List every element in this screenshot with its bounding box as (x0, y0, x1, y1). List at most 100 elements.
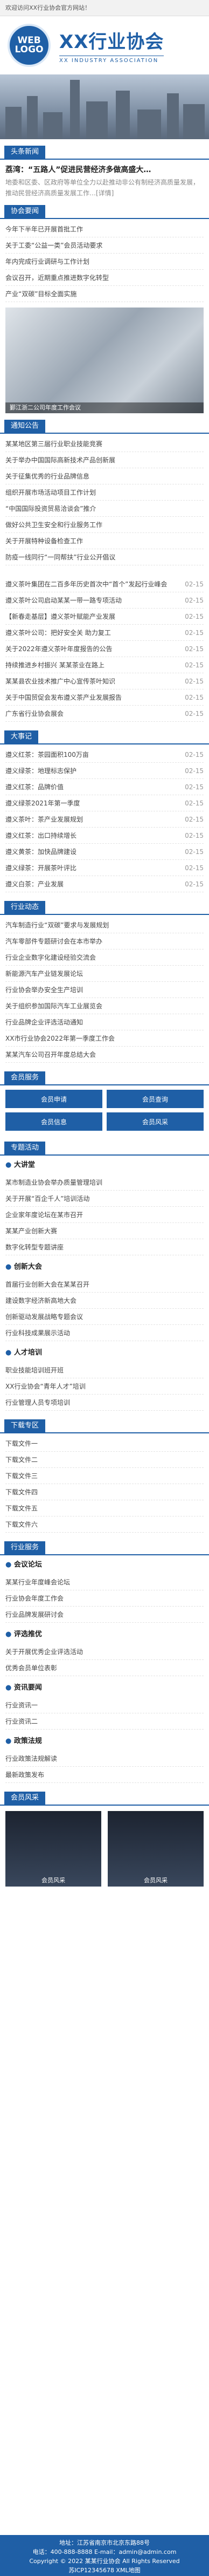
list-item[interactable]: 下载文件六 (5, 1516, 204, 1533)
tab-headline[interactable]: 头条新闻 (4, 146, 46, 159)
list-item[interactable]: 遵义茶叶集团在二百多年历史首次中“首个”发起行业峰会 02-15 (5, 576, 204, 592)
list-item[interactable]: 遵义白茶：产业发展 02-15 (5, 876, 204, 892)
list-item[interactable]: 遵义红茶：品牌价值 02-15 (5, 779, 204, 795)
list-item[interactable]: 遵义茶叶公司：把好安全关 助力复工 02-15 (5, 625, 204, 641)
trade-section: 通知公告 某某地区第三届行业职业技能竞赛 关于举办中国国际高新技术产品创新展 关于征… (0, 420, 209, 568)
footer-copyright: Copyright © 2022 某某行业协会 All Rights Reser… (29, 2558, 180, 2565)
gallery-card[interactable]: 会员风采 (108, 1811, 204, 1887)
list-item[interactable]: XX市行业协会2022年第一季度工作会 (5, 1030, 204, 1047)
list-item-date: 02-15 (185, 767, 204, 775)
brand-title: XX行业协会 (59, 31, 164, 53)
list-item[interactable]: 汽车零部件专题研讨会在本市举办 (5, 933, 204, 949)
tab-gallery[interactable]: 会员风采 (4, 1792, 46, 1805)
industry-section: 行业服务 会议论坛 某某行业年度峰会论坛行业协会年度工作会行业品牌发展研讨会 评… (0, 1541, 209, 1785)
list-item[interactable]: 创新驱动发展战略专题会议 (5, 1309, 204, 1325)
service-button[interactable]: 会员风采 (107, 1112, 204, 1131)
list-item[interactable]: 遵义红茶：茶园面积100万亩 02-15 (5, 747, 204, 763)
list-item[interactable]: 会议召开，近期重点推进数字化转型 (5, 270, 204, 286)
list-item[interactable]: 关于开展“百企千人”培训活动 (5, 1191, 204, 1207)
list-item[interactable]: 关于工委“公益一类”会员活动要求 (5, 237, 204, 254)
list-item[interactable]: 某某行业年度峰会论坛 (5, 1574, 204, 1590)
list-item[interactable]: 遵义绿茶2021年第一季度 02-15 (5, 795, 204, 811)
list-item[interactable]: 下载文件三 (5, 1468, 204, 1484)
list-item[interactable]: 行业科技成果展示活动 (5, 1325, 204, 1341)
list-item[interactable]: 行业资讯一 (5, 1697, 204, 1713)
tab-events[interactable]: 大事记 (4, 730, 39, 743)
list-item[interactable]: 广东省行业协会展会 02-15 (5, 706, 204, 722)
list-item[interactable]: 职业技能培训班开班 (5, 1362, 204, 1378)
list-item-date: 02-15 (185, 694, 204, 701)
list-item[interactable]: 行业协会举办安全生产培训 (5, 982, 204, 998)
footer-icp[interactable]: 苏ICP12345678 XML地图 (0, 2566, 209, 2575)
list-item-title: 行业协会举办安全生产培训 (5, 986, 83, 994)
list-item[interactable]: 关于组织参加国际汽车工业展览会 (5, 998, 204, 1014)
list-item[interactable]: 优秀会员单位表彰 (5, 1660, 204, 1676)
service-button[interactable]: 会员申请 (5, 1090, 102, 1108)
list-item[interactable]: 下载文件一 (5, 1436, 204, 1452)
list-item[interactable]: 最新政策发布 (5, 1767, 204, 1783)
list-item[interactable]: 关于开展特种设备检查工作 (5, 533, 204, 549)
list-item[interactable]: 持续推进乡村振兴 某某茶业在路上 02-15 (5, 657, 204, 673)
list-item[interactable]: 遵义绿茶：开展茶叶评比 02-15 (5, 860, 204, 876)
list-item-title: 下载文件二 (5, 1456, 38, 1464)
list-item[interactable]: 某某地区第三届行业职业技能竞赛 (5, 436, 204, 452)
list-item[interactable]: 【新春走基层】遵义茶叶赋能产业发展 02-15 (5, 609, 204, 625)
list-item[interactable]: 企业家年度论坛在某市召开 (5, 1207, 204, 1223)
service-button[interactable]: 会员信息 (5, 1112, 102, 1131)
list-item[interactable]: XX行业协会“青年人才”培训 (5, 1378, 204, 1395)
list-item[interactable]: 今年下半年已开展首批工作 (5, 221, 204, 237)
list-item[interactable]: 遵义茶叶：茶产业发展规划 02-15 (5, 811, 204, 828)
list-item-title: XX行业协会“青年人才”培训 (5, 1383, 86, 1390)
list-item[interactable]: 遵义黄茶：加快品牌建设 02-15 (5, 844, 204, 860)
list-item[interactable]: 行业协会年度工作会 (5, 1590, 204, 1607)
list-item[interactable]: “中国国际投资贸易洽谈会”推介 (5, 501, 204, 517)
list-item-title: 企业家年度论坛在某市召开 (5, 1211, 83, 1219)
tab-industry[interactable]: 行业服务 (4, 1541, 46, 1554)
list-item[interactable]: 关于2022年遵义茶叶年度报告的公告 02-15 (5, 641, 204, 657)
list-item[interactable]: 关于举办中国国际高新技术产品创新展 (5, 452, 204, 468)
service-button[interactable]: 会员查询 (107, 1090, 204, 1108)
tab-special[interactable]: 专题活动 (4, 1142, 46, 1154)
list-item[interactable]: 行业品牌发展研讨会 (5, 1607, 204, 1623)
list-item[interactable]: 下载文件二 (5, 1452, 204, 1468)
list-item[interactable]: 关于开展优秀企业评选活动 (5, 1644, 204, 1660)
list-item[interactable]: 关于征集优秀的行业品牌信息 (5, 468, 204, 484)
list-item[interactable]: 行业企业数字化建设经验交流会 (5, 949, 204, 966)
list-item[interactable]: 做好公共卫生安全和行业服务工作 (5, 517, 204, 533)
list-item[interactable]: 新能源汽车产业链发展论坛 (5, 966, 204, 982)
list-item[interactable]: 防疫一线同行“一同帮扶”行业公开倡议 (5, 549, 204, 565)
news-photo[interactable]: 鄞江浙二公司年度工作会议 (5, 308, 204, 413)
list-item[interactable]: 遵义红茶：出口持续增长 02-15 (5, 828, 204, 844)
list-item[interactable]: 某某县农业技术推广中心宣传茶叶知识 02-15 (5, 673, 204, 689)
list-item[interactable]: 产业“双碳”目标全面实施 (5, 286, 204, 302)
list-item[interactable]: 行业政策法规解读 (5, 1751, 204, 1767)
tab-dynamics[interactable]: 行业动态 (4, 901, 46, 914)
list-item[interactable]: 汽车制造行业“双碳”要求与发展规划 (5, 917, 204, 933)
list-item[interactable]: 某某产业创新大赛 (5, 1223, 204, 1239)
list-item[interactable]: 组织开展市场活动项目工作计划 (5, 484, 204, 501)
site-logo[interactable]: WEB LOGO (8, 24, 51, 67)
list-item[interactable]: 年内完成行业调研与工作计划 (5, 254, 204, 270)
footer-contact: 电话：400-888-8888 E-mail：admin@admin.com (32, 2548, 177, 2555)
list-item[interactable]: 下载文件四 (5, 1484, 204, 1500)
list-item[interactable]: 数字化转型专题讲座 (5, 1239, 204, 1255)
list-item[interactable]: 行业管理人员专项培训 (5, 1395, 204, 1411)
list-item[interactable]: 行业品牌企业评选活动通知 (5, 1014, 204, 1030)
list-item[interactable]: 行业资讯二 (5, 1713, 204, 1730)
list-item[interactable]: 某市制造业协会举办质量管理培训 (5, 1174, 204, 1191)
headline-title[interactable]: 荔湾：“五路人”促进民营经济多做高盛大… (0, 160, 209, 177)
tab-notice[interactable]: 协会要闻 (4, 205, 46, 218)
tab-trade[interactable]: 通知公告 (4, 420, 46, 433)
tab-download[interactable]: 下载专区 (4, 1419, 46, 1432)
list-item[interactable]: 建设数字经济新高地大会 (5, 1293, 204, 1309)
list-item-date: 02-15 (185, 597, 204, 604)
list-item[interactable]: 关于中国贸促会发布遵义茶产业发展报告 02-15 (5, 689, 204, 706)
tab-services[interactable]: 会员服务 (4, 1071, 46, 1084)
list-item[interactable]: 某某汽车公司召开年度总结大会 (5, 1047, 204, 1063)
list-item-date: 02-15 (185, 629, 204, 637)
gallery-card[interactable]: 会员风采 (5, 1811, 101, 1887)
list-item[interactable]: 遵义茶叶公司启动某某一带一路专项活动 02-15 (5, 592, 204, 609)
list-item[interactable]: 首届行业创新大会在某某召开 (5, 1276, 204, 1293)
list-item[interactable]: 遵义绿茶：地理标志保护 02-15 (5, 763, 204, 779)
list-item[interactable]: 下载文件五 (5, 1500, 204, 1516)
